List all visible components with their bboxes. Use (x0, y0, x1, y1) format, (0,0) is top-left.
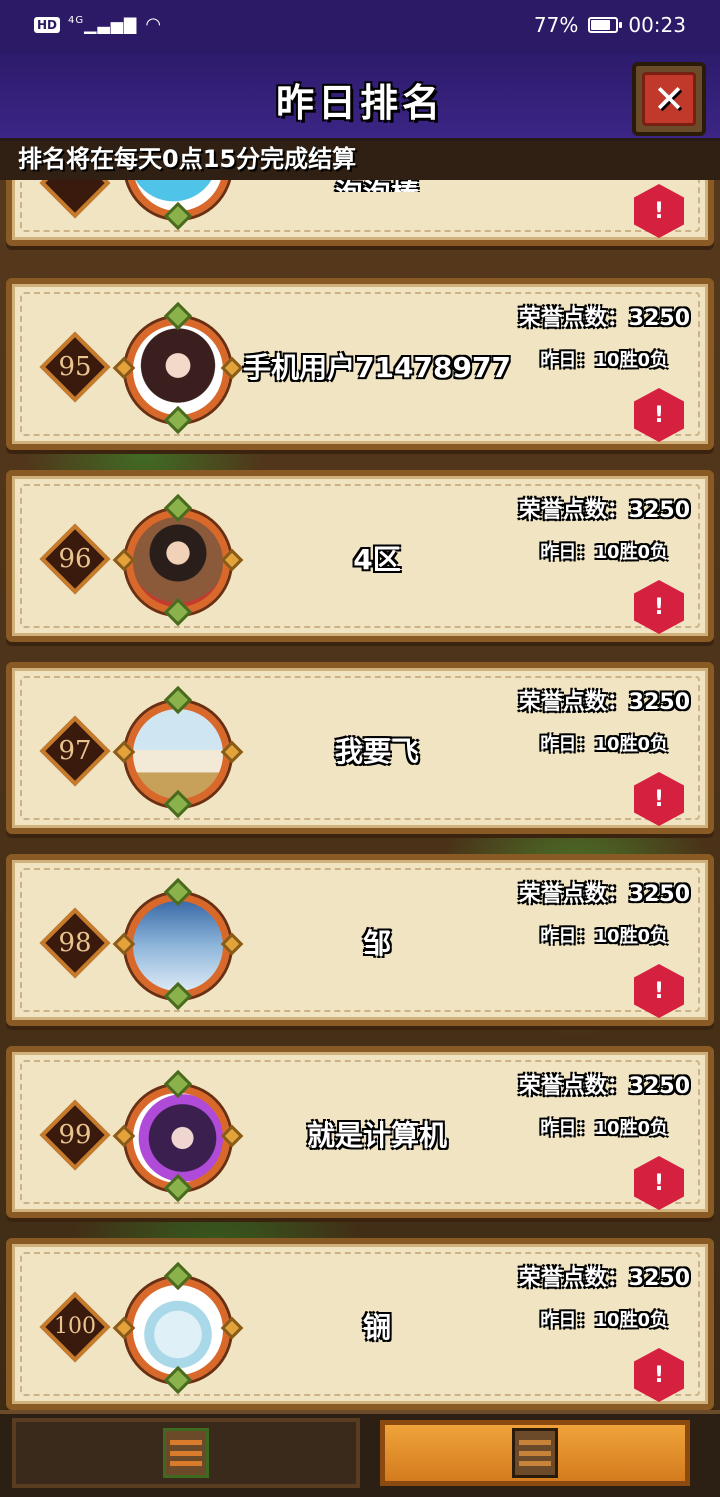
honor-points: 荣誉点数：3250 (518, 1074, 690, 1099)
warning-icon: ! (634, 1156, 684, 1210)
honor-points: 荣誉点数：3250 (518, 1266, 690, 1291)
avatar-frame (112, 493, 244, 627)
network-type: 4G (68, 15, 85, 26)
honor-points: 荣誉点数：3250 (518, 306, 690, 331)
avatar-frame (112, 1261, 244, 1395)
player-name: 就是计算机 (306, 1119, 447, 1152)
player-name: 手机用户71478977 (243, 351, 511, 384)
clock: 00:23 (628, 13, 686, 37)
ranking-card: 98 邹 荣誉点数：3250 昨日：10胜0负 ! (6, 854, 714, 1026)
avatar-frame (112, 877, 244, 1011)
close-button[interactable]: ✕ (632, 62, 706, 136)
player-name: 锎 (362, 1311, 391, 1344)
warning-icon: ! (634, 580, 684, 634)
warning-icon: ! (634, 1348, 684, 1402)
status-left: HD 4G▁▃▅▇ ◠ (34, 14, 161, 35)
report-button[interactable]: ! (634, 772, 684, 826)
rank-number: 97 (58, 736, 92, 766)
battery-percent: 77% (533, 13, 579, 37)
warning-icon: ! (634, 388, 684, 442)
hd-badge: HD (34, 16, 61, 33)
bottom-nav (0, 1410, 720, 1497)
rank-badge: 98 (39, 907, 111, 979)
avatar-frame (112, 301, 244, 435)
player-name: 泡泡棒 (242, 180, 512, 192)
rank-badge: 100 (39, 1291, 111, 1363)
tab-ranking-active[interactable] (380, 1420, 690, 1486)
status-right: 77% 00:23 (534, 13, 686, 37)
status-bar: HD 4G▁▃▅▇ ◠ 77% 00:23 (0, 0, 720, 54)
report-button[interactable]: ! (634, 1156, 684, 1210)
tab-leaderboard[interactable] (12, 1418, 360, 1488)
page-title: 昨日排名 (275, 81, 444, 125)
yesterday-record: 昨日：10胜0负 (540, 350, 668, 371)
avatar-frame (112, 685, 244, 819)
leaderboard-board-icon (163, 1428, 209, 1478)
player-name: 4区 (353, 543, 401, 576)
ranking-card: 96 4区 荣誉点数：3250 昨日：10胜0负 ! (6, 470, 714, 642)
rank-number: 98 (58, 928, 92, 958)
rank-badge: 99 (39, 1099, 111, 1171)
honor-points: 荣誉点数：3250 (518, 690, 690, 715)
page-header: 昨日排名 (0, 54, 720, 141)
rank-badge: 96 (39, 523, 111, 595)
avatar-frame (120, 180, 236, 231)
signal-icon: 4G▁▃▅▇ (68, 15, 138, 34)
honor-points: 荣誉点数：3250 (518, 882, 690, 907)
rank-number: 100 (54, 1314, 96, 1339)
warning-icon: ! (634, 772, 684, 826)
yesterday-record: 昨日：10胜0负 (540, 1310, 668, 1331)
ranking-card: 97 我要飞 荣誉点数：3250 昨日：10胜0负 ! (6, 662, 714, 834)
ranking-list[interactable]: 泡泡棒 ! 95 手机用户71478977 荣誉点数：3250 昨日：10胜0负… (0, 180, 720, 1410)
avatar-frame (112, 1069, 244, 1203)
report-button[interactable]: ! (634, 580, 684, 634)
settlement-notice: 排名将在每天0点15分完成结算 (0, 138, 720, 180)
rank-number: 96 (58, 544, 92, 574)
rank-number: 95 (58, 352, 92, 382)
ranking-card: 95 手机用户71478977 荣誉点数：3250 昨日：10胜0负 ! (6, 278, 714, 450)
close-icon: ✕ (642, 72, 696, 126)
rank-number: 99 (58, 1120, 92, 1150)
ranking-board-icon (512, 1428, 558, 1478)
battery-fill (591, 20, 610, 30)
honor-points: 荣誉点数：3250 (518, 498, 690, 523)
ranking-card: 100 锎 荣誉点数：3250 昨日：10胜0负 ! (6, 1238, 714, 1410)
ranking-card-partial: 泡泡棒 ! (6, 180, 714, 246)
player-name: 邹 (362, 927, 391, 960)
yesterday-record: 昨日：10胜0负 (540, 926, 668, 947)
ranking-card: 99 就是计算机 荣誉点数：3250 昨日：10胜0负 ! (6, 1046, 714, 1218)
report-button[interactable]: ! (634, 964, 684, 1018)
report-button[interactable]: ! (634, 388, 684, 442)
rank-diamond (39, 180, 111, 219)
warning-icon: ! (634, 964, 684, 1018)
rank-badge (39, 180, 111, 219)
yesterday-record: 昨日：10胜0负 (540, 1118, 668, 1139)
rank-badge: 95 (39, 331, 111, 403)
report-button[interactable]: ! (634, 184, 684, 238)
report-button[interactable]: ! (634, 1348, 684, 1402)
yesterday-record: 昨日：10胜0负 (540, 734, 668, 755)
battery-icon (588, 17, 623, 33)
player-name: 我要飞 (334, 735, 419, 768)
yesterday-record: 昨日：10胜0负 (540, 542, 668, 563)
wifi-icon: ◠ (145, 14, 162, 35)
rank-badge: 97 (39, 715, 111, 787)
warning-icon: ! (634, 184, 684, 238)
